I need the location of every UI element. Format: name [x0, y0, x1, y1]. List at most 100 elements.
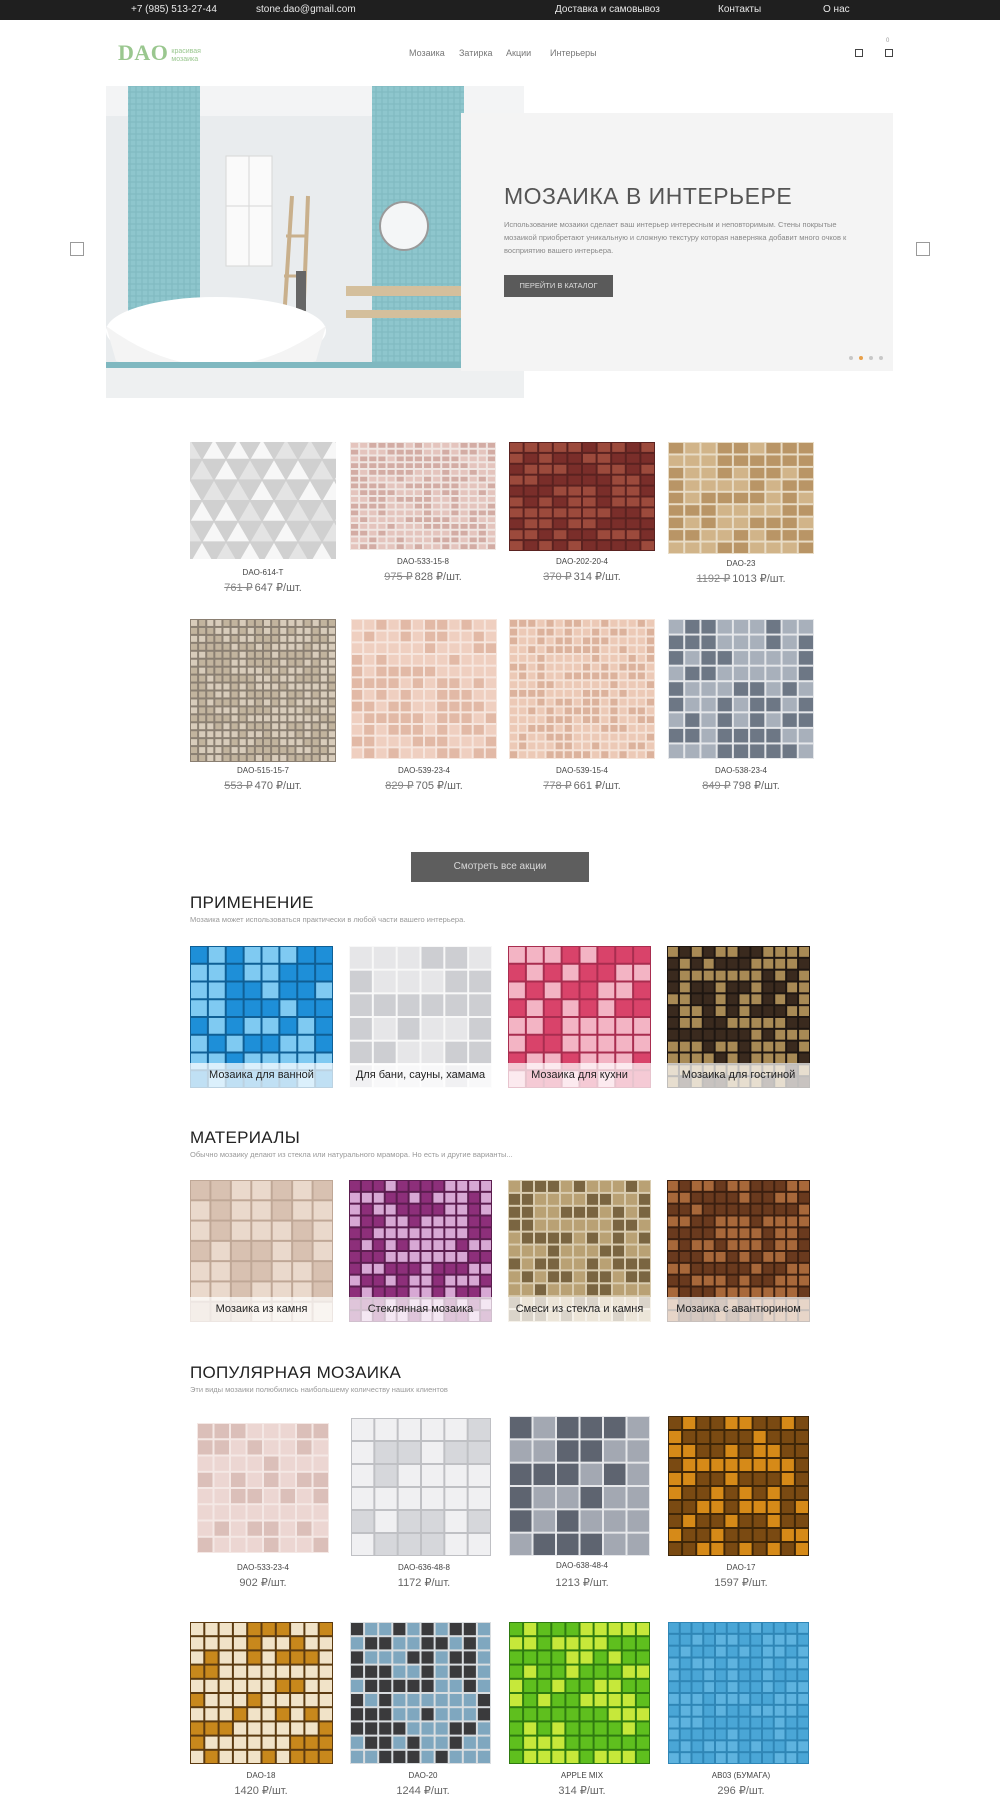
old-price: 1192 ₽ [696, 573, 731, 585]
old-price: 975 ₽ [384, 571, 413, 583]
product-price: 902 ₽/шт. [239, 1577, 287, 1589]
new-price: 828 ₽/шт. [414, 571, 462, 583]
product-image[interactable] [509, 442, 655, 551]
slider-dot-3[interactable] [869, 356, 873, 360]
application-subtitle: Мозаика может использоваться практически… [190, 915, 466, 924]
category-label: Мозаика для гостиной [667, 1063, 810, 1088]
product-name[interactable]: DAO-538-23-4 [668, 766, 814, 775]
category-bathroom[interactable]: Мозаика для ванной [190, 946, 333, 1088]
category-kitchen[interactable]: Мозаика для кухни [508, 946, 651, 1088]
application-title: ПРИМЕНЕНИЕ [190, 893, 314, 912]
slider-dots [849, 356, 883, 360]
product-name[interactable]: DAO-515-15-7 [190, 766, 336, 775]
logo[interactable]: DAO красивая мозаика [118, 42, 211, 64]
product-image[interactable] [668, 1416, 809, 1556]
product-image[interactable] [190, 619, 336, 762]
product-name[interactable]: APPLE MIX [509, 1771, 655, 1780]
product-image[interactable] [509, 619, 655, 759]
new-price: 314 ₽/шт. [573, 571, 621, 583]
material-label: Смеси из стекла и камня [508, 1297, 651, 1322]
product-name[interactable]: AB03 (БУМАГА) [668, 1771, 814, 1780]
product-image[interactable] [509, 1416, 650, 1556]
product-price: 849 ₽798 ₽/шт. [668, 779, 814, 792]
product-image[interactable] [668, 619, 814, 759]
product-image[interactable] [509, 1622, 650, 1764]
popular-title: ПОПУЛЯРНАЯ МОЗАИКА [190, 1363, 402, 1382]
product-name[interactable]: DAO-17 [668, 1563, 814, 1572]
product-price: 975 ₽828 ₽/шт. [350, 570, 496, 583]
all-sales-button[interactable]: Смотреть все акции [411, 852, 589, 882]
old-price: 761 ₽ [224, 582, 253, 594]
product-name[interactable]: DAO-638-48-4 [509, 1561, 655, 1570]
old-price: 778 ₽ [543, 780, 572, 792]
product-name[interactable]: DAO-614-T [190, 568, 336, 577]
product-image[interactable] [350, 442, 496, 550]
slider-dot-1[interactable] [849, 356, 853, 360]
new-price: 1013 ₽/шт. [732, 573, 786, 585]
nav-grout[interactable]: Затирка [459, 48, 493, 58]
material-aventurine[interactable]: Мозаика с авантюрином [667, 1180, 810, 1322]
cart-count: 0 [886, 38, 890, 44]
delivery-link[interactable]: Доставка и самовывоз [555, 4, 660, 15]
product-name[interactable]: DAO-533-23-4 [190, 1563, 336, 1572]
email-link[interactable]: stone.dao@gmail.com [256, 4, 356, 15]
product-price: 1172 ₽/шт. [397, 1577, 451, 1589]
category-sauna[interactable]: Для бани, сауны, хамама [349, 946, 492, 1088]
top-bar: +7 (985) 513-27-44 stone.dao@gmail.com Д… [0, 0, 1000, 20]
product-price: 553 ₽470 ₽/шт. [190, 779, 336, 792]
nav-interiors[interactable]: Интерьеры [550, 48, 597, 58]
materials-subtitle: Обычно мозаику делают из стекла или нату… [190, 1150, 513, 1159]
contacts-link[interactable]: Контакты [718, 4, 761, 15]
product-image[interactable] [197, 1423, 329, 1553]
logo-tagline: красивая мозаика [171, 48, 201, 63]
product-price: 1192 ₽1013 ₽/шт. [668, 572, 814, 585]
product-name[interactable]: DAO-533-15-8 [350, 557, 496, 566]
product-name[interactable]: DAO-539-15-4 [509, 766, 655, 775]
category-living-room[interactable]: Мозаика для гостиной [667, 946, 810, 1088]
product-name[interactable]: DAO-636-48-8 [351, 1563, 497, 1572]
phone-link[interactable]: +7 (985) 513-27-44 [131, 4, 217, 15]
catalog-button[interactable]: ПЕРЕЙТИ В КАТАЛОГ [504, 275, 613, 297]
slider-dot-2[interactable] [859, 356, 863, 360]
product-image[interactable] [350, 1622, 491, 1764]
popular-subtitle: Эти виды мозаики полюбились наибольшему … [190, 1385, 448, 1394]
product-price: 314 ₽/шт. [558, 1785, 606, 1797]
nav-mosaic[interactable]: Мозаика [409, 48, 445, 58]
product-price: 778 ₽661 ₽/шт. [509, 779, 655, 792]
material-label: Стеклянная мозаика [349, 1297, 492, 1322]
product-name[interactable]: DAO-18 [188, 1771, 334, 1780]
product-price: 1244 ₽/шт. [396, 1785, 450, 1797]
product-image[interactable] [190, 1622, 333, 1764]
material-glass[interactable]: Стеклянная мозаика [349, 1180, 492, 1322]
category-label: Для бани, сауны, хамама [349, 1063, 492, 1088]
material-label: Мозаика с авантюрином [667, 1297, 810, 1322]
new-price: 798 ₽/шт. [732, 780, 780, 792]
product-name[interactable]: DAO-539-23-4 [351, 766, 497, 775]
new-price: 470 ₽/шт. [254, 780, 302, 792]
slider-dot-4[interactable] [879, 356, 883, 360]
search-icon[interactable] [855, 49, 863, 57]
product-image[interactable] [351, 1418, 491, 1556]
slider-prev-arrow[interactable] [70, 242, 84, 256]
product-price: 1597 ₽/шт. [714, 1577, 768, 1589]
cart-icon[interactable] [885, 49, 893, 57]
new-price: 705 ₽/шт. [415, 780, 463, 792]
product-image[interactable] [668, 442, 814, 554]
old-price: 849 ₽ [702, 780, 731, 792]
product-price: 1213 ₽/шт. [555, 1577, 609, 1589]
product-name[interactable]: DAO-23 [668, 559, 814, 568]
product-image[interactable] [351, 619, 497, 759]
material-stone[interactable]: Мозаика из камня [190, 1180, 333, 1322]
old-price: 829 ₽ [385, 780, 414, 792]
about-link[interactable]: О нас [823, 4, 850, 15]
product-name[interactable]: DAO-202-20-4 [509, 557, 655, 566]
product-image[interactable] [668, 1622, 809, 1764]
product-image[interactable] [153, 417, 383, 584]
material-glass-stone[interactable]: Смеси из стекла и камня [508, 1180, 651, 1322]
logo-mark: DAO [118, 40, 169, 65]
nav-sales[interactable]: Акции [506, 48, 531, 58]
product-name[interactable]: DAO-20 [350, 1771, 496, 1780]
slider-next-arrow[interactable] [916, 242, 930, 256]
hero-text: Использование мозаики сделает ваш интерь… [504, 220, 847, 255]
new-price: 661 ₽/шт. [573, 780, 621, 792]
